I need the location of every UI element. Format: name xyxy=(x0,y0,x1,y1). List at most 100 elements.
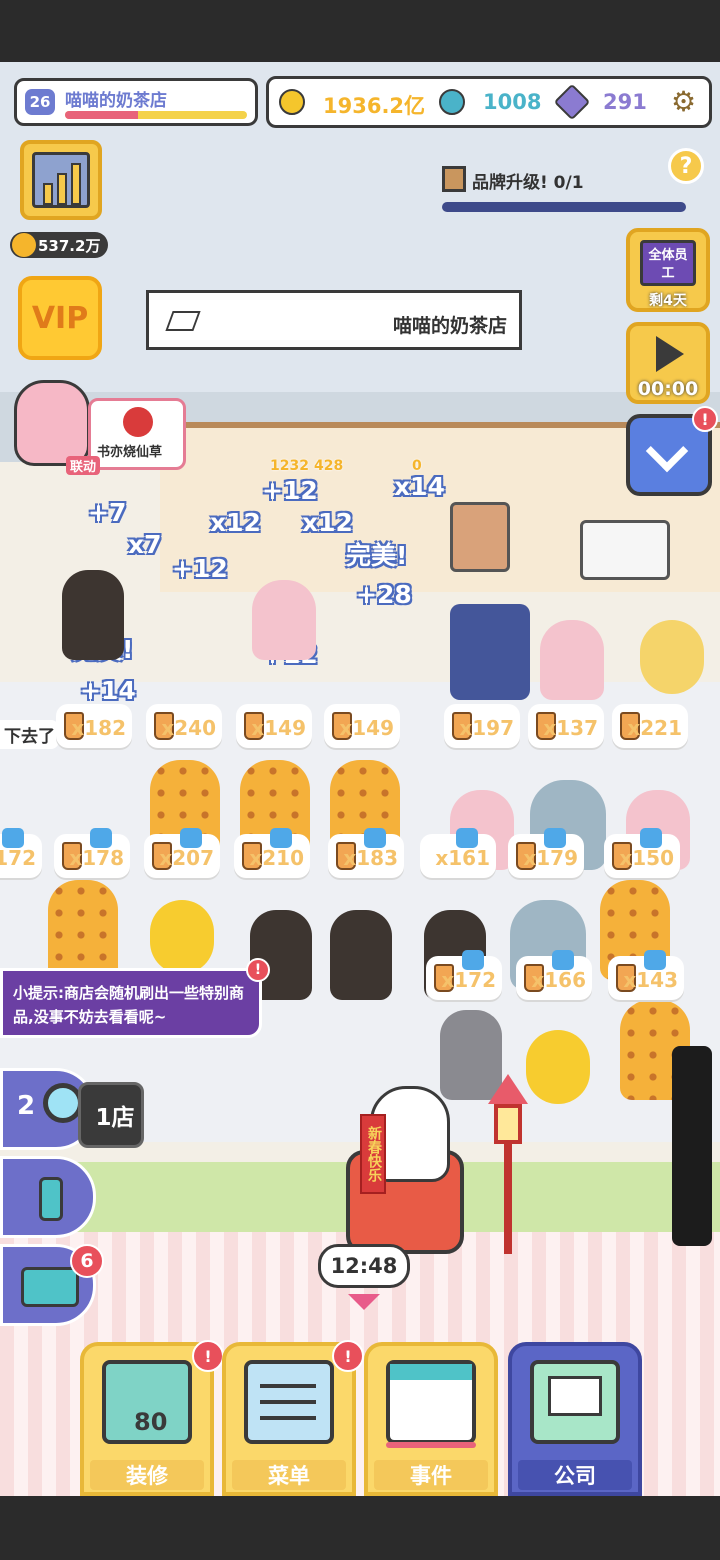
resource-panel: 1936.2亿 1008 291 ⚙ xyxy=(266,76,712,128)
order-bubble[interactable]: x166 xyxy=(516,950,592,1000)
cup-tool-button[interactable] xyxy=(0,1156,96,1238)
tip-box[interactable]: 小提示:商店会随机刷出一些特别商品,没事不妨去看看呢~ xyxy=(0,968,262,1038)
thumbs-up-icon xyxy=(644,950,666,970)
wizard-cat[interactable] xyxy=(62,570,124,660)
thumbs-up-icon xyxy=(90,828,112,848)
order-bubble[interactable]: x172 xyxy=(0,828,42,878)
worker-cat[interactable] xyxy=(640,620,704,694)
order-bubble[interactable]: x197 xyxy=(444,704,520,748)
shop-level-panel[interactable]: 26 喵喵的奶茶店 xyxy=(14,78,258,126)
tip-amount: 428 xyxy=(314,458,344,474)
order-count: x182 xyxy=(71,716,126,740)
mailbox-icon xyxy=(21,1267,79,1307)
order-bubble[interactable]: x178 xyxy=(54,828,130,878)
float-text: +12 xyxy=(172,554,228,583)
shop-name: 喵喵的奶茶店 xyxy=(65,91,167,111)
float-text: x12 xyxy=(302,508,353,537)
thumbs-up-icon xyxy=(270,828,292,848)
potion-count: 1008 xyxy=(483,90,542,114)
nav-company-label: 公司 xyxy=(518,1460,632,1490)
tip-amount: 1232 xyxy=(270,458,309,474)
events-progress xyxy=(386,1442,476,1448)
calendar-icon xyxy=(386,1360,476,1444)
nav-events[interactable]: 事件 xyxy=(364,1342,498,1496)
search-count: 2 xyxy=(17,1091,36,1121)
thumbs-up-icon xyxy=(552,950,574,970)
chart-bar xyxy=(43,183,53,205)
collab-cat-mascot[interactable] xyxy=(14,380,90,466)
order-bubble[interactable]: x172 xyxy=(426,950,502,1000)
mailbox-count-badge: 6 xyxy=(70,1244,104,1278)
chart-bar xyxy=(71,163,81,205)
order-bubble[interactable]: x161 xyxy=(420,828,496,878)
order-bubble[interactable]: x210 xyxy=(234,828,310,878)
vip-button[interactable]: VIP xyxy=(18,276,102,360)
order-bubble[interactable]: x240 xyxy=(146,704,222,748)
store-number[interactable]: 1店 xyxy=(78,1082,144,1148)
float-text: +28 xyxy=(356,580,412,609)
order-count: x207 xyxy=(159,846,214,870)
order-count: x166 xyxy=(531,968,586,992)
help-icon[interactable]: ? xyxy=(668,148,704,184)
order-bubble[interactable]: x183 xyxy=(328,828,404,878)
menu-line xyxy=(260,1416,316,1420)
cashier-cat[interactable] xyxy=(252,580,316,660)
order-count: x143 xyxy=(623,968,678,992)
robot-worker[interactable] xyxy=(450,604,530,700)
order-count: x210 xyxy=(249,846,304,870)
stats-button[interactable] xyxy=(20,140,102,220)
ad-timer: 00:00 xyxy=(637,378,699,400)
order-bubble[interactable]: x221 xyxy=(612,704,688,748)
gear-icon[interactable]: ⚙ xyxy=(671,85,696,118)
order-bubble[interactable]: x182 xyxy=(56,704,132,748)
thumbs-up-icon xyxy=(462,950,484,970)
oven xyxy=(450,502,510,572)
order-bubble[interactable]: x207 xyxy=(144,828,220,878)
chick-customer[interactable] xyxy=(150,900,214,974)
side-panel-handle[interactable] xyxy=(672,1046,712,1246)
brand-upgrade-label: 品牌升级! 0/1 xyxy=(472,173,584,193)
cup-icon xyxy=(39,1177,63,1221)
brand-upgrade[interactable]: 品牌升级! 0/1 xyxy=(438,158,688,214)
order-bubble[interactable]: x179 xyxy=(508,828,584,878)
tip-alert-badge: ! xyxy=(246,958,270,982)
dog-customer[interactable] xyxy=(330,910,392,1000)
pointer-arrow-icon xyxy=(348,1294,380,1310)
order-bubble[interactable]: x150 xyxy=(604,828,680,878)
potion-icon[interactable] xyxy=(439,89,465,115)
ad-play-button[interactable]: 00:00 xyxy=(626,322,710,404)
shop-progress-fill xyxy=(65,111,138,119)
nav-company[interactable]: 公司 xyxy=(508,1342,642,1496)
chick-customer[interactable] xyxy=(526,1030,590,1104)
decorate-alert-badge: ! xyxy=(192,1340,224,1372)
shop-sign: 喵喵的奶茶店 xyxy=(146,290,522,350)
diamond-icon[interactable] xyxy=(553,83,591,121)
order-count: x172 xyxy=(0,846,36,870)
order-bubble[interactable]: x143 xyxy=(608,950,684,1000)
float-text: +7 xyxy=(88,498,127,527)
worker-cat[interactable] xyxy=(540,620,604,700)
thumbs-up-icon xyxy=(456,828,478,848)
staff-days-left: 剩4天 xyxy=(649,293,687,309)
brand-card-icon xyxy=(442,166,466,192)
coin-count: 1936.2亿 xyxy=(323,94,426,118)
magnifier-icon xyxy=(43,1083,83,1123)
order-bubble[interactable]: x137 xyxy=(528,704,604,748)
order-count: x149 xyxy=(251,716,306,740)
all-staff-button[interactable]: 全体员工 剩4天 xyxy=(626,228,710,312)
order-bubble[interactable]: x149 xyxy=(324,704,400,748)
coin-icon[interactable] xyxy=(279,89,305,115)
order-bubble[interactable]: x149 xyxy=(236,704,312,748)
bar-chart-icon xyxy=(32,152,90,208)
float-text: 完美! xyxy=(346,541,408,570)
tip-text: 小提示:商店会随机刷出一些特别商品,没事不妨去看看呢~ xyxy=(13,984,245,1026)
chart-bar xyxy=(57,173,67,205)
thumbs-up-icon xyxy=(180,828,202,848)
collab-brand: 书亦烧仙草 xyxy=(97,445,163,460)
diamond-count: 291 xyxy=(603,90,647,114)
giraffe-customer[interactable] xyxy=(48,880,118,980)
register-icon xyxy=(530,1360,620,1444)
collab-banner[interactable]: 书亦烧仙草 xyxy=(88,398,186,470)
system-nav-bar xyxy=(0,1496,720,1560)
income-rate: 537.2万 xyxy=(10,232,109,258)
